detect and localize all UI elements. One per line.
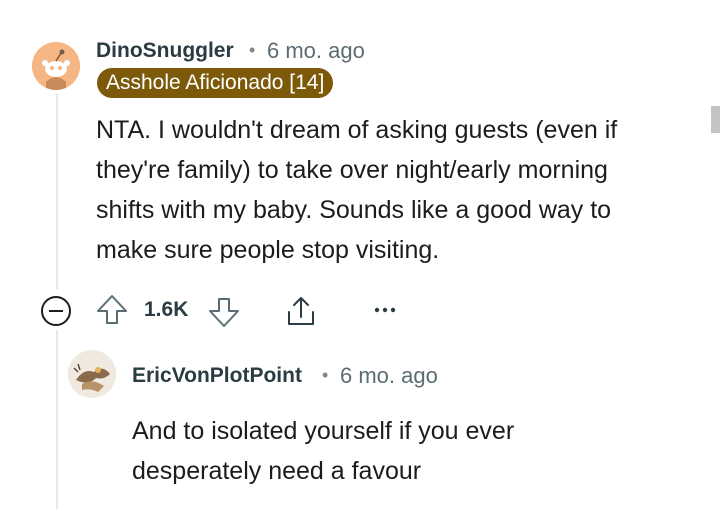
scrollbar-thumb[interactable] xyxy=(711,106,720,133)
user-avatar-icon xyxy=(68,350,116,398)
thread-line[interactable] xyxy=(56,330,58,509)
comment-body-line: make sure people stop visiting. xyxy=(96,236,440,264)
timestamp: 6 mo. ago xyxy=(267,38,365,63)
downvote-arrow-icon[interactable] xyxy=(206,294,242,330)
comment-body-line: And to isolated yourself if you ever xyxy=(132,417,515,445)
comment-body-line: shifts with my baby. Sounds like a good … xyxy=(96,196,612,224)
username[interactable]: EricVonPlotPoint xyxy=(132,364,302,388)
meta-separator: • xyxy=(249,40,256,60)
more-options-icon[interactable] xyxy=(372,303,398,317)
timestamp: 6 mo. ago xyxy=(340,363,438,388)
snoo-avatar-icon xyxy=(32,42,80,90)
meta-separator: • xyxy=(322,365,329,385)
vote-score: 1.6K xyxy=(144,298,189,321)
user-flair: Asshole Aficionado [14] xyxy=(97,68,334,98)
thread-line[interactable] xyxy=(56,94,58,289)
username[interactable]: DinoSnuggler xyxy=(96,39,234,63)
comment-body-line: desperately need a favour xyxy=(132,457,422,485)
comment-body-line: NTA. I wouldn't dream of asking guests (… xyxy=(96,116,618,144)
share-icon[interactable] xyxy=(283,293,319,329)
collapse-icon[interactable] xyxy=(39,294,73,328)
avatar[interactable] xyxy=(32,42,80,90)
upvote-arrow-icon[interactable] xyxy=(94,292,130,328)
comment-body-line: they're family) to take over night/early… xyxy=(96,156,608,184)
avatar[interactable] xyxy=(68,350,116,398)
